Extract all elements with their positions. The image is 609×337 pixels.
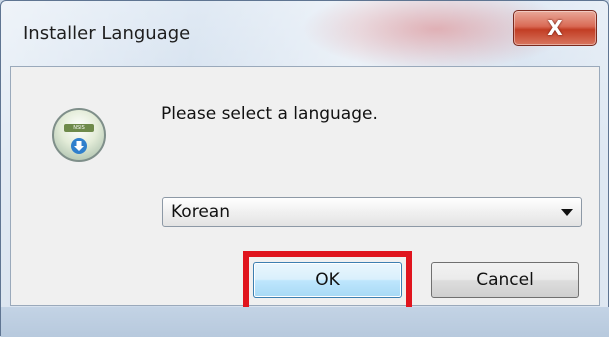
chevron-down-icon[interactable]	[561, 209, 573, 216]
dialog-window: Installer Language X NSIS Please select …	[0, 0, 609, 337]
ok-button[interactable]: OK	[253, 262, 402, 298]
dialog-client-area: NSIS Please select a language. Korean OK…	[10, 66, 600, 316]
window-title: Installer Language	[23, 23, 191, 44]
language-select[interactable]: Korean	[162, 197, 582, 227]
prompt-message: Please select a language.	[161, 104, 378, 124]
cancel-button[interactable]: Cancel	[431, 262, 579, 298]
close-button[interactable]: X	[513, 10, 597, 46]
installer-logo: NSIS	[64, 124, 94, 132]
language-select-value: Korean	[171, 202, 230, 222]
download-arrow-icon	[71, 138, 87, 154]
close-icon: X	[547, 16, 563, 40]
window-bottom-border	[1, 307, 609, 337]
installer-icon: NSIS	[52, 108, 106, 162]
